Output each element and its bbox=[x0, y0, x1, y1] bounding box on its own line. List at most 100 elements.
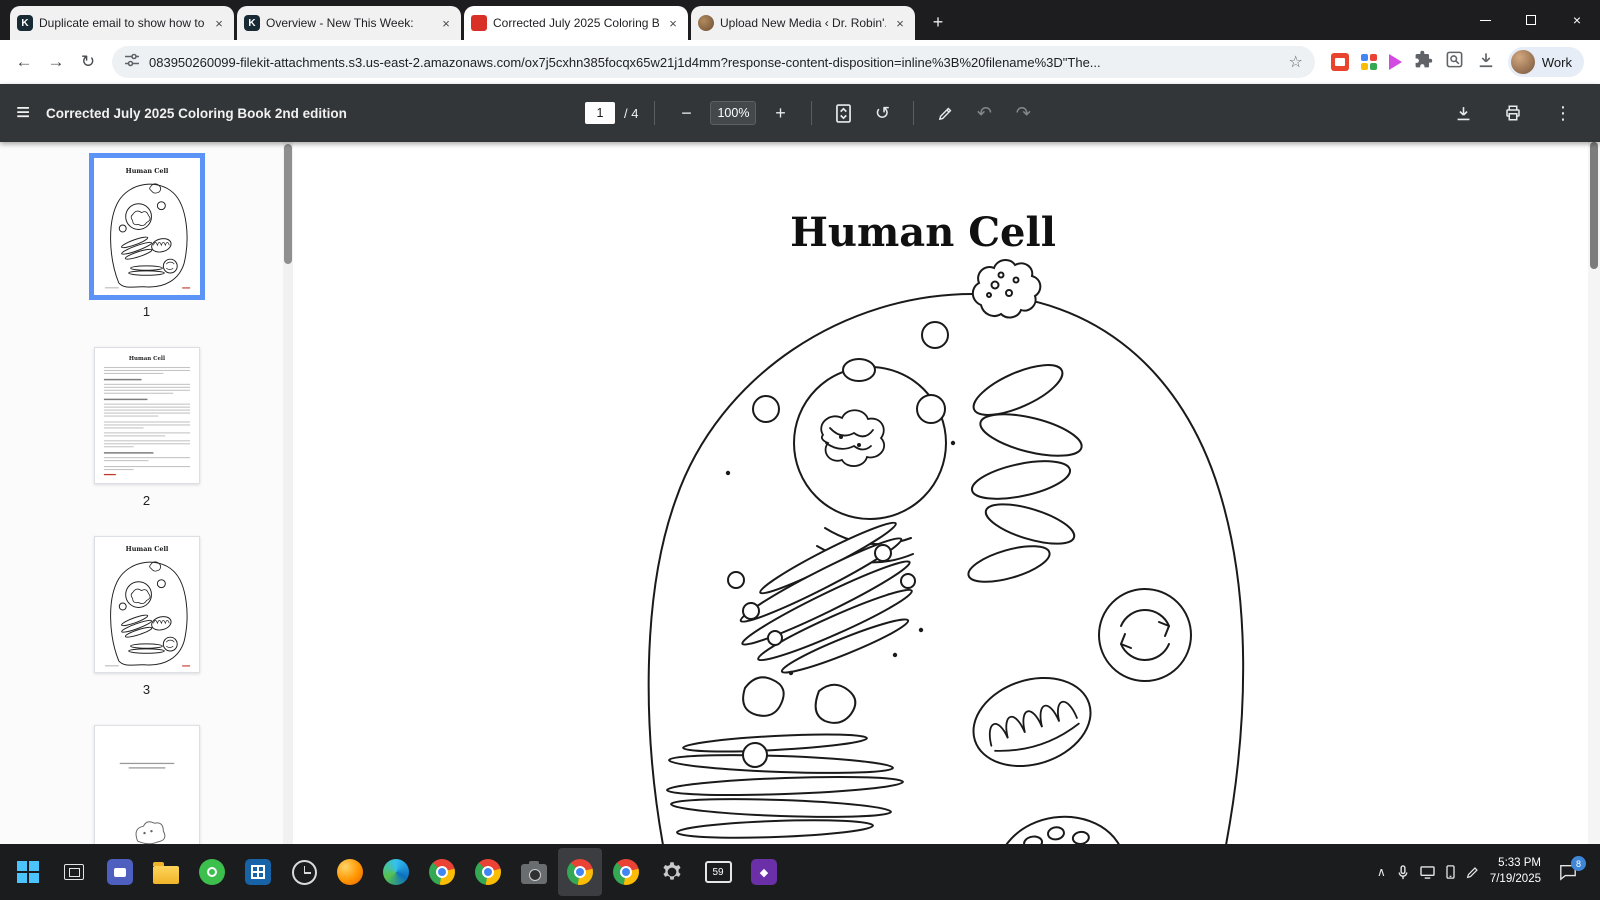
new-tab-button[interactable]: + bbox=[924, 8, 952, 36]
main-scrollbar-thumb[interactable] bbox=[1590, 142, 1598, 269]
fit-page-button[interactable] bbox=[828, 98, 858, 128]
search-tabs-icon[interactable] bbox=[1445, 50, 1464, 74]
display-icon[interactable] bbox=[1420, 865, 1435, 879]
sidebar-scrollbar-thumb[interactable] bbox=[284, 144, 292, 264]
gear-icon bbox=[663, 862, 681, 880]
taskbar-purple-app[interactable]: ◆ bbox=[742, 848, 786, 896]
endoplasmic-reticulum-right bbox=[967, 364, 1083, 583]
maximize-button[interactable] bbox=[1508, 0, 1554, 40]
chrome-icon bbox=[475, 859, 501, 885]
pdf-toolbar-center: 1 / 4 − 100% + ↺ ↶ ↷ bbox=[585, 84, 1038, 142]
page-title: Human Cell bbox=[790, 209, 1056, 256]
taskbar-counter-app[interactable]: 59 bbox=[696, 848, 740, 896]
zoom-level-field[interactable]: 100% bbox=[710, 101, 757, 125]
vesicle-blob bbox=[814, 683, 857, 724]
browser-tab-1[interactable]: K Duplicate email to show how to × bbox=[10, 6, 234, 40]
forward-button[interactable]: → bbox=[40, 46, 72, 78]
taskbar-clock-app[interactable] bbox=[282, 848, 326, 896]
taskbar-spreadsheet-app[interactable] bbox=[236, 848, 280, 896]
extension-icon-play[interactable] bbox=[1388, 54, 1402, 70]
thumbnail-preview bbox=[95, 348, 199, 483]
toolbar-actions: Work bbox=[1323, 47, 1592, 77]
divider bbox=[811, 101, 813, 125]
tab-close-icon[interactable]: × bbox=[438, 15, 454, 31]
taskbar-chat-app[interactable] bbox=[98, 848, 142, 896]
page-thumbnail-4[interactable] bbox=[93, 725, 200, 844]
annotate-pen-button[interactable] bbox=[930, 98, 960, 128]
undo-button[interactable]: ↶ bbox=[969, 98, 999, 128]
taskbar-messenger-app[interactable] bbox=[190, 848, 234, 896]
vesicle bbox=[921, 321, 949, 349]
minimize-button[interactable] bbox=[1462, 0, 1508, 40]
rotate-button[interactable]: ↺ bbox=[867, 98, 897, 128]
pdf-download-button[interactable] bbox=[1448, 98, 1478, 128]
tab-close-icon[interactable]: × bbox=[665, 15, 681, 31]
tab-close-icon[interactable]: × bbox=[211, 15, 227, 31]
pdf-favicon bbox=[471, 15, 487, 31]
taskbar-clock[interactable]: 5:33 PM 7/19/2025 bbox=[1490, 856, 1541, 887]
thumbnail-page-number-3: 3 bbox=[142, 682, 151, 697]
taskbar-chrome-active[interactable] bbox=[558, 848, 602, 896]
page-thumbnail-1[interactable] bbox=[88, 153, 205, 300]
thumbnail-page-number-2: 2 bbox=[142, 493, 151, 508]
phone-icon[interactable] bbox=[1446, 865, 1455, 879]
taskbar-file-explorer[interactable] bbox=[144, 848, 188, 896]
zoom-in-button[interactable]: + bbox=[765, 98, 795, 128]
chrome-icon bbox=[613, 859, 639, 885]
taskbar-date: 7/19/2025 bbox=[1489, 873, 1541, 885]
profile-chip[interactable]: Work bbox=[1507, 47, 1584, 77]
zoom-out-button[interactable]: − bbox=[671, 98, 701, 128]
pdf-toolbar-left: ≡ Corrected July 2025 Coloring Book 2nd … bbox=[0, 101, 347, 125]
taskbar-edge[interactable] bbox=[374, 848, 418, 896]
browser-tab-3-active[interactable]: Corrected July 2025 Coloring B... × bbox=[464, 6, 688, 40]
tab-title: Corrected July 2025 Coloring B... bbox=[493, 16, 659, 30]
browser-tab-2[interactable]: K Overview - New This Week: × bbox=[237, 6, 461, 40]
taskbar-firefox[interactable] bbox=[328, 848, 372, 896]
taskbar-chrome-1[interactable] bbox=[420, 848, 464, 896]
tab-strip: K Duplicate email to show how to × K Ove… bbox=[0, 0, 1462, 40]
vesicle bbox=[742, 742, 768, 768]
more-options-kebab-icon[interactable]: ⋮ bbox=[1548, 98, 1578, 128]
extension-icon-grid[interactable] bbox=[1360, 54, 1377, 70]
taskbar-chrome-3[interactable] bbox=[604, 848, 648, 896]
browser-toolbar: ← → ↻ 083950260099-filekit-attachments.s… bbox=[0, 40, 1600, 84]
downloads-icon[interactable] bbox=[1476, 50, 1496, 75]
tab-title: Overview - New This Week: bbox=[266, 16, 414, 30]
extensions-puzzle-icon[interactable] bbox=[1414, 50, 1433, 74]
thumbnail-preview bbox=[95, 159, 199, 294]
page-thumbnail-2[interactable] bbox=[93, 347, 200, 484]
taskbar-camera-app[interactable] bbox=[512, 848, 556, 896]
mitochondrion bbox=[972, 676, 1092, 768]
site-settings-icon[interactable] bbox=[124, 52, 140, 73]
microphone-icon[interactable] bbox=[1397, 864, 1409, 880]
redo-button[interactable]: ↷ bbox=[1008, 98, 1038, 128]
taskbar-settings[interactable] bbox=[650, 848, 694, 896]
main-scrollbar[interactable] bbox=[1588, 142, 1600, 844]
tab-title: Upload New Media ‹ Dr. Robin'... bbox=[720, 16, 886, 30]
sidebar-menu-icon[interactable]: ≡ bbox=[16, 101, 30, 125]
reload-button[interactable]: ↻ bbox=[72, 46, 104, 78]
print-button[interactable] bbox=[1498, 98, 1528, 128]
extension-icon-red[interactable] bbox=[1330, 53, 1349, 71]
start-button[interactable] bbox=[6, 848, 50, 896]
taskbar-chrome-2[interactable] bbox=[466, 848, 510, 896]
page-number-input[interactable]: 1 bbox=[585, 102, 615, 124]
close-window-button[interactable]: × bbox=[1554, 0, 1600, 40]
task-view-button[interactable] bbox=[52, 848, 96, 896]
address-bar[interactable]: 083950260099-filekit-attachments.s3.us-e… bbox=[112, 46, 1315, 78]
bookmark-star-icon[interactable]: ☆ bbox=[1289, 52, 1303, 72]
pen-icon[interactable] bbox=[1466, 866, 1479, 879]
purple-app-icon: ◆ bbox=[751, 859, 777, 885]
thumbnail-list: 1 2 3 bbox=[0, 142, 293, 844]
tab-close-icon[interactable]: × bbox=[892, 15, 908, 31]
browser-tab-4[interactable]: Upload New Media ‹ Dr. Robin'... × bbox=[691, 6, 915, 40]
tab-title: Duplicate email to show how to bbox=[39, 16, 205, 30]
back-button[interactable]: ← bbox=[8, 46, 40, 78]
sidebar-scrollbar[interactable] bbox=[283, 142, 293, 844]
firefox-icon bbox=[337, 859, 363, 885]
tray-chevron-icon[interactable]: ∧ bbox=[1377, 865, 1386, 879]
page-thumbnail-3[interactable] bbox=[93, 536, 200, 673]
golgi-apparatus bbox=[727, 521, 916, 674]
pdf-viewer-canvas[interactable]: Human Cell bbox=[293, 142, 1600, 844]
action-center-button[interactable]: 8 bbox=[1552, 856, 1586, 888]
